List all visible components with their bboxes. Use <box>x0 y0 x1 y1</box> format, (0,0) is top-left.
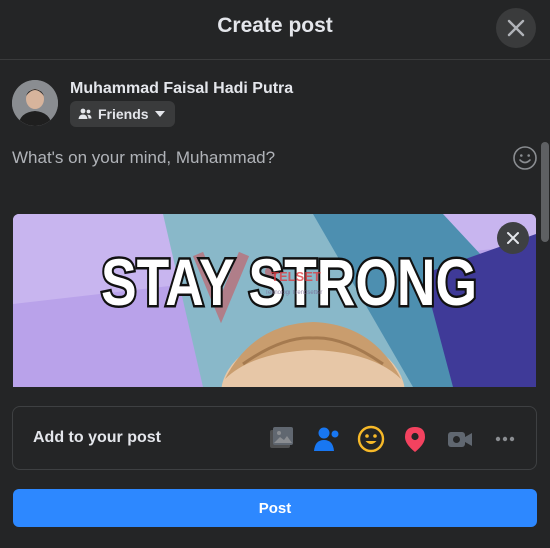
photo-video-icon <box>270 427 293 448</box>
create-post-dialog: Create post Muhammad Faisal Hadi Putra F… <box>0 0 550 548</box>
tag-people-button[interactable] <box>312 425 340 453</box>
post-button[interactable]: Post <box>13 489 537 527</box>
close-icon <box>507 232 519 244</box>
dialog-title: Create post <box>217 14 333 37</box>
live-video-button[interactable] <box>446 425 474 453</box>
scrollbar-thumb[interactable] <box>541 142 549 242</box>
add-to-post-label: Add to your post <box>33 429 161 446</box>
feeling-activity-button[interactable] <box>357 425 385 453</box>
more-options-button[interactable] <box>491 425 519 453</box>
post-author-row: Muhammad Faisal Hadi Putra Friends <box>12 80 512 130</box>
photo-video-button[interactable] <box>267 425 295 453</box>
emoji-button[interactable] <box>512 145 538 171</box>
feeling-icon <box>357 425 385 453</box>
close-button[interactable] <box>496 8 536 48</box>
tag-people-icon <box>314 427 339 451</box>
remove-media-button[interactable] <box>497 222 529 254</box>
post-text-input[interactable]: What's on your mind, Muhammad? <box>12 148 492 168</box>
friends-icon <box>78 108 92 119</box>
close-icon <box>507 19 525 37</box>
caret-down-icon <box>154 111 165 117</box>
more-icon <box>495 436 515 442</box>
author-name[interactable]: Muhammad Faisal Hadi Putra <box>70 80 293 98</box>
media-image: STAY STRONG TELSET Teknologi Trendsetter <box>13 214 536 387</box>
attached-media-preview[interactable]: STAY STRONG TELSET Teknologi Trendsetter <box>13 214 536 387</box>
audience-selector[interactable]: Friends <box>70 101 175 127</box>
check-in-button[interactable] <box>401 425 429 453</box>
media-watermark: TELSET <box>271 269 321 284</box>
live-video-icon <box>448 432 472 447</box>
media-watermark-sub: Teknologi Trendsetter <box>265 290 322 296</box>
avatar[interactable] <box>12 80 58 126</box>
dialog-header: Create post <box>0 0 550 60</box>
smiley-icon <box>513 146 537 170</box>
audience-label: Friends <box>98 106 149 122</box>
check-in-icon <box>405 427 425 452</box>
add-to-post-bar: Add to your post <box>12 406 537 470</box>
